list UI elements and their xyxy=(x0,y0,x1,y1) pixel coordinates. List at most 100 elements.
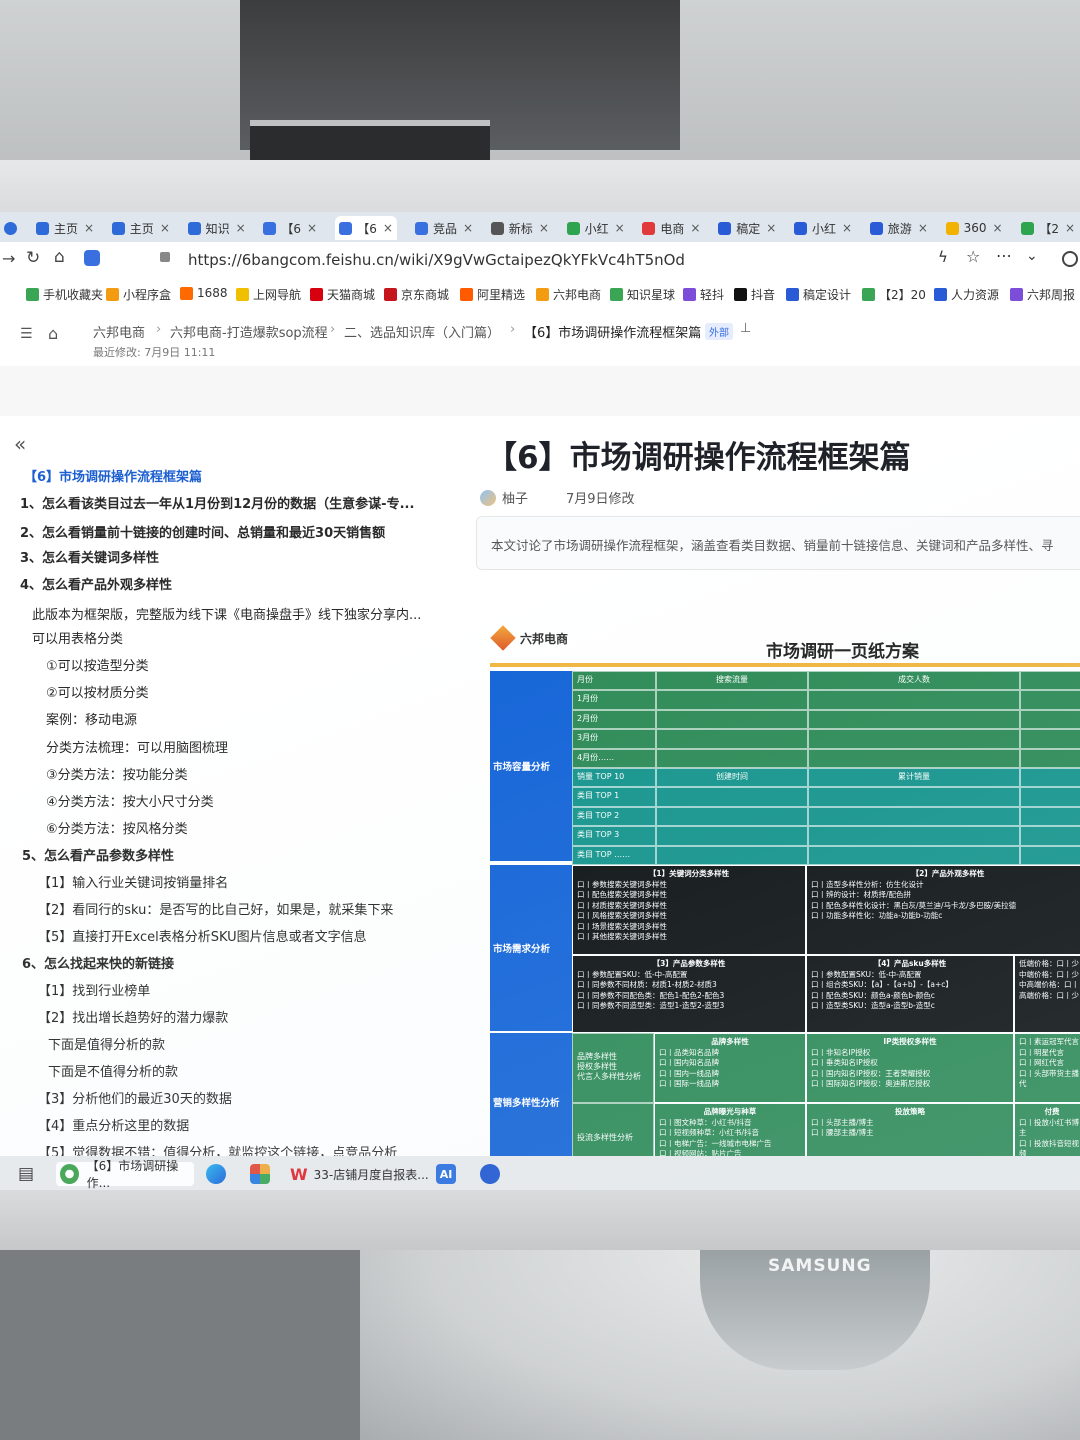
refresh-icon[interactable]: ↻ xyxy=(26,248,40,268)
toc-item[interactable]: 【6】市场调研操作流程框架篇 xyxy=(24,466,202,485)
close-icon[interactable]: × xyxy=(842,221,852,235)
toc-item[interactable]: ④分类方法：按大小尺寸分类 xyxy=(46,791,214,810)
bookmark-item[interactable]: 抖音 xyxy=(734,286,775,303)
close-icon[interactable]: × xyxy=(539,221,549,235)
bookmark-item[interactable]: 稿定设计 xyxy=(786,286,851,303)
browser-tab[interactable]: 知识 × xyxy=(184,216,250,240)
browser-tab[interactable]: 主页 × xyxy=(108,216,174,240)
collapse-sidebar-icon[interactable]: « xyxy=(14,432,26,456)
close-icon[interactable]: × xyxy=(993,221,1003,235)
toc-item[interactable]: 【5】直接打开Excel表格分析SKU图片信息或者文字信息 xyxy=(38,926,367,945)
home-icon[interactable]: ⌂ xyxy=(48,324,58,343)
bookmark-item[interactable]: 人力资源 xyxy=(934,286,999,303)
toc-item[interactable]: ②可以按材质分类 xyxy=(46,682,149,701)
url-field[interactable]: https://6bangcom.feishu.cn/wiki/X9gVwGct… xyxy=(188,247,948,273)
bookmark-item[interactable]: 六邦周报 xyxy=(1010,286,1075,303)
breadcrumb-item[interactable]: 六邦电商 xyxy=(93,322,145,341)
back-icon[interactable]: → xyxy=(2,249,15,268)
author-name[interactable]: 柚子 xyxy=(502,488,528,507)
close-icon[interactable]: × xyxy=(160,221,170,235)
toc-item[interactable]: ⑥分类方法：按风格分类 xyxy=(46,818,188,837)
toc-item[interactable]: 下面是值得分析的款 xyxy=(48,1034,165,1053)
bookmark-item[interactable]: 手机收藏夹 xyxy=(26,286,103,303)
browser-tab[interactable]: 电商 × xyxy=(638,216,704,240)
app-b-icon[interactable] xyxy=(480,1162,500,1186)
bookmark-label: 知识星球 xyxy=(627,288,676,302)
ai-extension-icon[interactable] xyxy=(84,250,100,266)
bookmark-item[interactable]: 小程序盒 xyxy=(106,286,171,303)
close-icon[interactable]: × xyxy=(1065,221,1075,235)
task-view-icon[interactable]: ▤ xyxy=(18,1164,34,1184)
bookmark-label: 稿定设计 xyxy=(803,288,852,302)
toc-item[interactable]: 【2】找出增长趋势好的潜力爆款 xyxy=(38,1007,228,1026)
toc-item[interactable]: ③分类方法：按功能分类 xyxy=(46,764,188,783)
browser-menu-icon[interactable] xyxy=(4,216,22,240)
close-icon[interactable]: × xyxy=(463,221,473,235)
avatar[interactable] xyxy=(480,489,496,506)
toc-item[interactable]: 【3】分析他们的最近30天的数据 xyxy=(38,1088,232,1107)
close-icon[interactable]: × xyxy=(766,221,776,235)
toc-item[interactable]: 3、怎么看关键词多样性 xyxy=(20,547,159,566)
breadcrumb-item[interactable]: 二、选品知识库（入门篇） xyxy=(344,322,500,341)
bookmark-item[interactable]: 京东商城 xyxy=(384,286,449,303)
taskbar-wps-window[interactable]: W 33-店铺月度自报表... xyxy=(290,1162,429,1186)
browser-tab[interactable]: 【2 × xyxy=(1017,216,1079,240)
bookmark-item[interactable]: 1688 xyxy=(180,286,228,300)
app-launcher-icon[interactable] xyxy=(250,1162,270,1186)
bookmark-item[interactable]: 上网导航 xyxy=(236,286,301,303)
toc-item[interactable]: 【4】重点分析这里的数据 xyxy=(38,1115,189,1134)
bookmark-item[interactable]: 轻抖 xyxy=(683,286,724,303)
toc-item[interactable]: 下面是不值得分析的款 xyxy=(48,1061,178,1080)
close-icon[interactable]: × xyxy=(307,221,317,235)
edge-icon[interactable] xyxy=(206,1162,226,1186)
toc-item[interactable]: 分类方法梳理：可以用脑图梳理 xyxy=(46,737,228,756)
toc-item[interactable]: 【1】输入行业关键词按销量排名 xyxy=(38,872,228,891)
home-icon[interactable]: ⌂ xyxy=(54,247,65,267)
bookmark-item[interactable]: 阿里精选 xyxy=(460,286,525,303)
toc-item[interactable]: 此版本为框架版，完整版为线下课《电商操盘手》线下独家分享内... xyxy=(32,604,421,623)
close-icon[interactable]: × xyxy=(84,221,94,235)
browser-tab[interactable]: 小红 × xyxy=(790,216,856,240)
ai-app-icon[interactable]: AI xyxy=(436,1162,456,1186)
search-icon[interactable] xyxy=(1062,251,1078,267)
toc-item[interactable]: 2、怎么看销量前十链接的创建时间、总销量和最近30天销售额 xyxy=(20,522,385,541)
toc-item[interactable]: 5、怎么看产品参数多样性 xyxy=(22,845,174,864)
browser-tab[interactable]: 【6 × xyxy=(259,216,321,240)
pin-icon[interactable]: ⊥ xyxy=(740,321,751,336)
taskbar-browser-window[interactable]: 【6】市场调研操作... xyxy=(56,1159,194,1190)
close-icon[interactable]: × xyxy=(615,221,625,235)
close-icon[interactable]: × xyxy=(383,221,393,235)
close-icon[interactable]: × xyxy=(690,221,700,235)
outline-toggle-icon[interactable]: ☰ xyxy=(20,326,33,342)
toc-item[interactable]: 4、怎么看产品外观多样性 xyxy=(20,574,172,593)
browser-tab[interactable]: 新标 × xyxy=(487,216,553,240)
browser-tab[interactable]: 旅游 × xyxy=(866,216,932,240)
toc-item[interactable]: 【1】找到行业榜单 xyxy=(38,980,150,999)
bookmark-item[interactable]: 【2】20 xyxy=(862,286,926,303)
browser-tab[interactable]: 360 × xyxy=(942,216,1007,240)
toc-item[interactable]: 【2】看同行的sku：是否写的比自己好，如果是，就采集下来 xyxy=(38,899,393,918)
browser-tab[interactable]: 主页 × xyxy=(32,216,98,240)
breadcrumb-item[interactable]: 六邦电商-打造爆款sop流程 xyxy=(170,322,328,341)
toc-item[interactable]: 1、怎么看该类目过去一年从1月份到12月份的数据（生意参谋-专... xyxy=(20,493,414,512)
bolt-icon[interactable]: ϟ xyxy=(938,248,948,266)
browser-icon xyxy=(60,1164,79,1184)
toc-item[interactable]: 可以用表格分类 xyxy=(32,628,123,647)
breadcrumb-item[interactable]: 【6】市场调研操作流程框架篇 xyxy=(524,322,701,341)
browser-tab[interactable]: 竞品 × xyxy=(411,216,477,240)
bookmark-item[interactable]: 知识星球 xyxy=(610,286,675,303)
more-icon[interactable]: ⋯ xyxy=(996,246,1012,265)
toc-item[interactable]: 6、怎么找起来快的新链接 xyxy=(22,953,174,972)
browser-tab[interactable]: 小红 × xyxy=(563,216,629,240)
toc-item[interactable]: 案例：移动电源 xyxy=(46,709,137,728)
star-icon[interactable]: ☆ xyxy=(966,247,980,266)
chevron-down-icon[interactable]: ⌄ xyxy=(1026,248,1038,264)
bookmark-item[interactable]: 天猫商城 xyxy=(310,286,375,303)
close-icon[interactable]: × xyxy=(236,221,246,235)
toc-item[interactable]: ①可以按造型分类 xyxy=(46,655,149,674)
bookmark-item[interactable]: 六邦电商 xyxy=(536,286,601,303)
embedded-image-market-research[interactable]: 六邦电商 市场调研一页纸方案 市场容量分析 月份 搜索流量 成交人数 1月份 2月份 3月份… xyxy=(490,621,1080,1173)
close-icon[interactable]: × xyxy=(918,221,928,235)
browser-tab[interactable]: 稿定 × xyxy=(714,216,780,240)
browser-tab[interactable]: 【6 × xyxy=(335,216,397,240)
